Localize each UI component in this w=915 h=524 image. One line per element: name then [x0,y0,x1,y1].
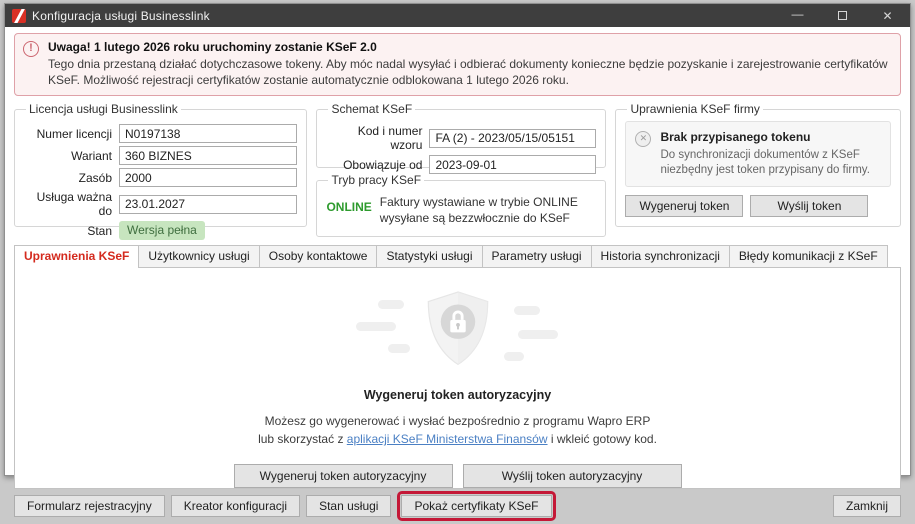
schema-code-row: Kod i numer wzoru [326,124,596,152]
schema-legend: Schemat KSeF [328,102,415,116]
shield-lock-icon [420,288,496,372]
license-group: Licencja usługi Businesslink Numer licen… [14,102,307,227]
tab-content-panel: Wygeneruj token autoryzacyjny Możesz go … [14,267,901,489]
license-resource-label: Zasób [24,171,119,185]
license-variant-label: Wariant [24,149,119,163]
minimize-button[interactable]: — [775,4,820,27]
permissions-legend: Uprawnienia KSeF firmy [627,102,762,116]
show-ksef-certificates-button[interactable]: Pokaż certyfikaty KSeF [401,495,551,517]
token-missing-texts: Brak przypisanego tokenu Do synchronizac… [660,130,881,178]
token-missing-notice: ✕ Brak przypisanego tokenu Do synchroniz… [625,121,891,187]
generate-auth-token-button[interactable]: Wygeneruj token autoryzacyjny [234,464,453,488]
permissions-group: Uprawnienia KSeF firmy ✕ Brak przypisane… [615,102,901,227]
license-state-label: Stan [24,224,119,238]
minimize-icon: — [792,7,804,21]
footer-bar: Formularz rejestracyjny Kreator konfigur… [5,489,910,524]
tab-osoby-kontaktowe[interactable]: Osoby kontaktowe [259,245,378,267]
middle-column: Schemat KSeF Kod i numer wzoru Obowiązuj… [316,102,606,236]
license-resource-row: Zasób [24,168,297,187]
shield-lock-graphic [348,288,568,372]
token-section-heading: Wygeneruj token autoryzacyjny [364,388,551,402]
businesslink-logo-icon [12,9,26,23]
token-section-text: Możesz go wygenerować i wysłać bezpośred… [258,412,657,449]
license-number-field[interactable] [119,124,297,143]
warning-icon: ! [23,41,39,57]
maximize-icon [838,11,847,20]
token-missing-title: Brak przypisanego tokenu [660,130,881,144]
work-mode-description: Faktury wystawiane w trybie ONLINE wysył… [380,195,597,226]
license-valid-field[interactable] [119,195,297,214]
license-state-badge: Wersja pełna [119,221,205,240]
license-number-row: Numer licencji [24,124,297,143]
red-highlight-annotation: Pokaż certyfikaty KSeF [397,491,555,521]
license-variant-field[interactable] [119,146,297,165]
dialog-window: Konfiguracja usługi Businesslink — ✕ ! U… [4,3,911,476]
decor-pill [504,352,524,361]
license-legend: Licencja usługi Businesslink [26,102,181,116]
tab-historia-synchronizacji[interactable]: Historia synchronizacji [591,245,730,267]
decor-pill [518,330,558,339]
title-bar: Konfiguracja usługi Businesslink — ✕ [5,4,910,27]
license-resource-field[interactable] [119,168,297,187]
window-title: Konfiguracja usługi Businesslink [32,9,210,23]
schema-code-label: Kod i numer wzoru [326,124,429,152]
token-missing-body: Do synchronizacji dokumentów z KSeF niez… [660,148,881,178]
schema-group: Schemat KSeF Kod i numer wzoru Obowiązuj… [316,102,606,168]
work-mode-body: ONLINE Faktury wystawiane w trybie ONLIN… [326,195,596,226]
registration-form-button[interactable]: Formularz rejestracyjny [14,495,165,517]
decor-pill [356,322,396,331]
decor-pill [378,300,404,309]
send-token-button[interactable]: Wyślij token [750,195,868,217]
work-mode-legend: Tryb pracy KSeF [328,173,424,187]
schema-date-label: Obowiązuje od [326,158,429,172]
tab-bledy-komunikacji[interactable]: Błędy komunikacji z KSeF [729,245,888,267]
license-valid-row: Usługa ważna do [24,190,297,218]
maximize-button[interactable] [820,4,865,27]
decor-pill [514,306,540,315]
info-panels: Licencja usługi Businesslink Numer licen… [14,102,901,236]
schema-date-row: Obowiązuje od [326,155,596,174]
token-text-line1: Możesz go wygenerować i wysłać bezpośred… [265,414,651,428]
close-button[interactable]: ✕ [865,4,910,27]
configuration-wizard-button[interactable]: Kreator konfiguracji [171,495,300,517]
schema-date-field[interactable] [429,155,596,174]
token-missing-icon: ✕ [635,131,651,147]
token-text-line2-suffix: i wkleić gotowy kod. [548,432,657,446]
token-action-buttons: Wygeneruj token autoryzacyjny Wyślij tok… [234,464,682,488]
ksef-ministry-app-link[interactable]: aplikacji KSeF Ministerstwa Finansów [347,432,548,446]
warning-heading: Uwaga! 1 lutego 2026 roku uruchominy zos… [48,40,890,54]
license-valid-label: Usługa ważna do [24,190,119,218]
send-auth-token-button[interactable]: Wyślij token autoryzacyjny [463,464,682,488]
service-status-button[interactable]: Stan usługi [306,495,391,517]
work-mode-group: Tryb pracy KSeF ONLINE Faktury wystawian… [316,173,606,236]
warning-banner: ! Uwaga! 1 lutego 2026 roku uruchominy z… [14,33,901,96]
tab-strip: Uprawnienia KSeF Użytkownicy usługi Osob… [14,245,901,267]
warning-body: Tego dnia przestaną działać dotychczasow… [48,56,890,88]
online-status: ONLINE [326,195,371,226]
tab-uzytkownicy-uslugi[interactable]: Użytkownicy usługi [138,245,259,267]
tab-statystyki-uslugi[interactable]: Statystyki usługi [376,245,482,267]
generate-token-button[interactable]: Wygeneruj token [625,195,743,217]
close-icon: ✕ [882,9,892,23]
decor-pill [388,344,410,353]
token-text-line2-prefix: lub skorzystać z [258,432,347,446]
license-variant-row: Wariant [24,146,297,165]
license-number-label: Numer licencji [24,127,119,141]
license-state-row: Stan Wersja pełna [24,221,297,240]
schema-code-field[interactable] [429,129,596,148]
permissions-buttons: Wygeneruj token Wyślij token [625,195,891,217]
warning-texts: Uwaga! 1 lutego 2026 roku uruchominy zos… [48,40,890,88]
tab-parametry-uslugi[interactable]: Parametry usługi [482,245,592,267]
tab-uprawnienia-ksef[interactable]: Uprawnienia KSeF [14,245,139,268]
close-dialog-button[interactable]: Zamknij [833,495,901,517]
